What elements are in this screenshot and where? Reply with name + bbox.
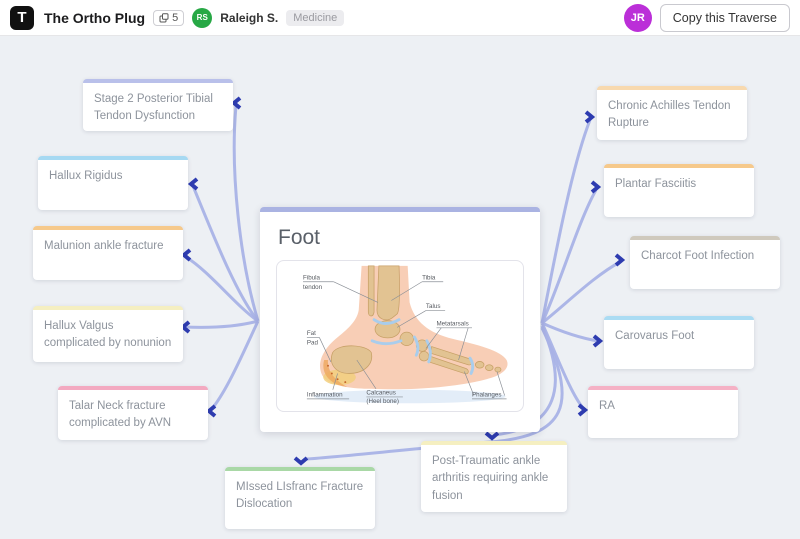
arrowhead-plantar — [592, 182, 598, 192]
node-label: Plantar Fasciitis — [615, 178, 696, 190]
arrowhead-chronic-achilles — [586, 112, 592, 122]
arrowhead-charcot — [616, 255, 622, 265]
diagram-label-pad: Pad — [307, 340, 319, 347]
node-label: Talar Neck fracture complicated by AVN — [69, 400, 171, 429]
node-label: Malunion ankle fracture — [44, 240, 164, 252]
arrowhead-ra — [579, 405, 585, 415]
connector-foot-to-hallux-rigidus — [193, 186, 258, 321]
arrowhead-hallux-rigidus — [191, 179, 197, 189]
node-label: Chronic Achilles Tendon Rupture — [608, 100, 731, 129]
node-label: Stage 2 Posterior Tibial Tendon Dysfunct… — [94, 93, 213, 122]
connector-foot-to-talar-neck — [211, 321, 258, 410]
node-label: Charcot Foot Infection — [641, 250, 754, 262]
node-chronic-achilles-rupture[interactable]: Chronic Achilles Tendon Rupture — [597, 86, 747, 140]
connector-foot-to-charcot — [542, 262, 620, 323]
connector-foot-to-plantar — [542, 190, 596, 323]
node-hallux-valgus-nonunion[interactable]: Hallux Valgus complicated by nonunion — [33, 306, 183, 362]
node-label: Hallux Valgus complicated by nonunion — [44, 320, 171, 349]
diagram-label-tendon: tendon — [303, 284, 323, 291]
owner-avatar[interactable]: RS — [192, 8, 212, 28]
arrowhead-talar-neck — [209, 406, 215, 416]
arrowhead-hallux-valgus — [183, 322, 189, 332]
copy-traverse-button[interactable]: Copy this Traverse — [660, 4, 790, 32]
arrowhead-stage2 — [234, 98, 240, 108]
node-label: MIssed LIsfranc Fracture Dislocation — [236, 481, 363, 510]
connector-foot-to-ra — [542, 323, 583, 408]
connector-foot-to-chronic-achilles — [542, 120, 590, 323]
arrowhead-carovarus — [594, 336, 600, 346]
node-label: Post-Traumatic ankle arthritis requiring… — [432, 455, 548, 502]
connector-foot-to-stage2 — [234, 106, 258, 321]
app-logo[interactable]: T — [10, 6, 34, 30]
diagram-label-tibia: Tibia — [422, 274, 436, 281]
node-stage2-posterior-tibial[interactable]: Stage 2 Posterior Tibial Tendon Dysfunct… — [83, 79, 233, 131]
node-carovarus-foot[interactable]: Carovarus Foot — [604, 316, 754, 369]
user-avatar[interactable]: JR — [624, 4, 652, 32]
logo-letter: T — [17, 9, 26, 26]
node-post-traumatic-ankle-arthritis[interactable]: Post-Traumatic ankle arthritis requiring… — [421, 441, 567, 512]
arrowhead-malunion — [184, 250, 190, 260]
foot-diagram: Fibula tendon Tibia Talus Metatarsals Fa… — [276, 260, 524, 412]
node-ra[interactable]: RA — [588, 386, 738, 438]
traverse-canvas[interactable]: Stage 2 Posterior Tibial Tendon Dysfunct… — [0, 36, 800, 539]
arrowhead-missed-lisfranc — [295, 458, 307, 463]
app-title: The Ortho Plug — [44, 10, 145, 26]
node-plantar-fasciitis[interactable]: Plantar Fasciitis — [604, 164, 754, 217]
node-malunion-ankle-fracture[interactable]: Malunion ankle fracture — [33, 226, 183, 280]
connector-foot-to-malunion — [186, 257, 258, 321]
header-left: T The Ortho Plug 5 RS Raleigh S. Medicin… — [10, 6, 344, 30]
diagram-label-inflammation: Inflammation — [307, 391, 343, 398]
foot-anatomy-illustration: Fibula tendon Tibia Talus Metatarsals Fa… — [280, 264, 520, 408]
node-hallux-rigidus[interactable]: Hallux Rigidus — [38, 156, 188, 210]
category-badge: Medicine — [286, 10, 344, 26]
diagram-label-fat: Fat — [307, 330, 316, 337]
app-header: T The Ortho Plug 5 RS Raleigh S. Medicin… — [0, 0, 800, 36]
arrowhead-post-traumatic — [486, 433, 498, 438]
connector-foot-to-carovarus — [542, 323, 598, 341]
header-right: JR Copy this Traverse — [624, 4, 790, 32]
copy-count-icon — [159, 13, 169, 23]
traverse-count: 5 — [172, 12, 178, 24]
owner-name: Raleigh S. — [220, 11, 278, 25]
diagram-label-heel-bone: (Heel bone) — [366, 398, 399, 405]
node-talar-neck-avn[interactable]: Talar Neck fracture complicated by AVN — [58, 386, 208, 440]
node-label: Hallux Rigidus — [49, 170, 123, 182]
node-charcot-foot-infection[interactable]: Charcot Foot Infection — [630, 236, 780, 289]
diagram-label-fibula: Fibula — [303, 274, 321, 281]
central-node-title: Foot — [278, 226, 524, 250]
node-foot-central[interactable]: Foot — [260, 207, 540, 432]
node-label: Carovarus Foot — [615, 330, 694, 342]
traverse-count-badge[interactable]: 5 — [153, 10, 184, 26]
diagram-label-metatarsals: Metatarsals — [436, 320, 468, 327]
diagram-label-phalanges: Phalanges — [472, 391, 501, 398]
node-missed-lisfranc[interactable]: MIssed LIsfranc Fracture Dislocation — [225, 467, 375, 529]
diagram-label-talus: Talus — [426, 303, 441, 310]
app-window: T The Ortho Plug 5 RS Raleigh S. Medicin… — [0, 0, 800, 539]
diagram-label-calcaneus: Calcaneus — [366, 390, 395, 397]
connector-foot-to-hallux-valgus — [185, 321, 258, 327]
node-label: RA — [599, 400, 615, 412]
